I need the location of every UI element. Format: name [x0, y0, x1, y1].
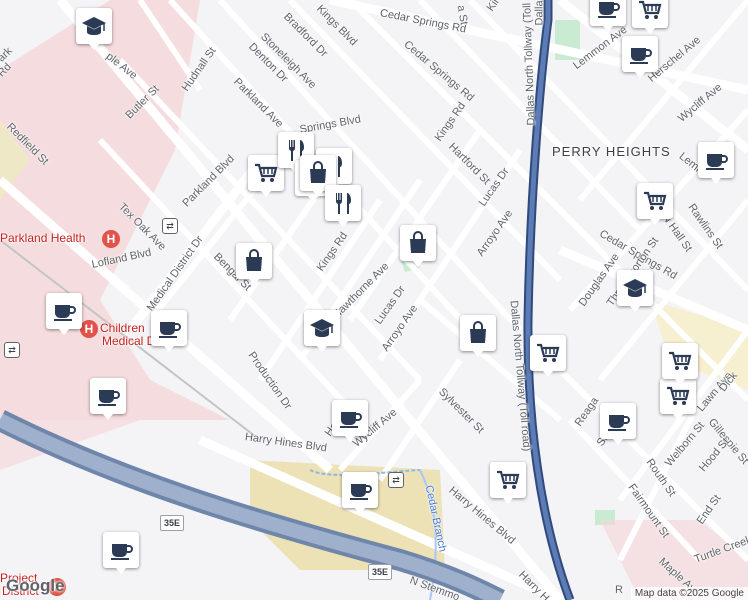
coffee-marker-3[interactable]: [151, 310, 187, 352]
shopping-icon: [534, 339, 562, 367]
school-icon: [621, 274, 649, 302]
bag-marker-1[interactable]: [236, 243, 272, 285]
transit-station-icon-3[interactable]: ⇄: [388, 472, 404, 488]
coffee-icon: [626, 40, 654, 68]
shopping-icon: [252, 159, 280, 187]
map-attribution: Map data ©2025 Google: [630, 587, 748, 600]
coffee-icon: [50, 297, 78, 325]
school-icon: [308, 314, 336, 342]
shopping-marker-4[interactable]: [637, 183, 673, 225]
shop-icon: [464, 319, 492, 347]
shop-icon: [240, 247, 268, 275]
coffee-marker-1[interactable]: [590, 0, 626, 32]
coffee-marker-6[interactable]: [90, 378, 126, 420]
street-r-bottom: R: [615, 584, 623, 596]
highway-shield-35e-1: 35E: [160, 515, 184, 531]
school-marker-1[interactable]: [76, 8, 112, 50]
bag-marker-3[interactable]: [460, 315, 496, 357]
street-dallas-tollway-top: Dallas: [533, 0, 546, 26]
coffee-icon: [604, 407, 632, 435]
shopping-icon: [641, 187, 669, 215]
highway-shield-35e-2: 35E: [368, 564, 392, 580]
map-canvas[interactable]: PERRY HEIGHTS Parkland Health Children M…: [0, 0, 748, 600]
coffee-icon: [702, 146, 730, 174]
neighborhood-label: PERRY HEIGHTS: [552, 144, 671, 159]
coffee-marker-8[interactable]: [600, 403, 636, 445]
shop-icon: [304, 159, 332, 187]
shop-icon: [404, 229, 432, 257]
shopping-marker-6[interactable]: [490, 462, 526, 504]
childrens-hospital-label-1[interactable]: Children: [100, 322, 145, 334]
shopping-icon: [636, 0, 664, 24]
hospital-icon-parkland[interactable]: H: [102, 230, 120, 248]
coffee-marker-5[interactable]: [622, 36, 658, 78]
coffee-marker-7[interactable]: [342, 472, 378, 514]
restaurant-icon: [329, 189, 357, 217]
shopping-icon: [664, 382, 692, 410]
coffee-icon: [107, 536, 135, 564]
shopping-icon: [666, 347, 694, 375]
hospital-icon-childrens[interactable]: H: [80, 320, 98, 338]
school-marker-2[interactable]: [304, 310, 340, 352]
coffee-icon: [336, 404, 364, 432]
shopping-marker-9[interactable]: [530, 335, 566, 377]
school-marker-3[interactable]: [617, 270, 653, 312]
shopping-marker-8[interactable]: [662, 343, 698, 385]
coffee-marker-4[interactable]: [698, 142, 734, 184]
parkland-hospital-label[interactable]: Parkland Health: [0, 232, 85, 244]
coffee-icon: [94, 382, 122, 410]
coffee-marker-9[interactable]: [332, 400, 368, 442]
transit-station-icon-1[interactable]: ⇄: [162, 218, 178, 234]
street-oak-top: a St: [454, 4, 470, 26]
school-icon: [80, 12, 108, 40]
coffee-marker-10[interactable]: [103, 532, 139, 574]
google-logo: Google: [6, 576, 65, 595]
restaurant-marker-3[interactable]: [325, 185, 361, 227]
shopping-icon: [494, 466, 522, 494]
coffee-icon: [594, 0, 622, 22]
coffee-icon: [155, 314, 183, 342]
shopping-marker-5[interactable]: [632, 0, 668, 34]
bag-marker-2[interactable]: [400, 225, 436, 267]
coffee-marker-2[interactable]: [46, 293, 82, 335]
coffee-icon: [346, 476, 374, 504]
transit-station-icon-2[interactable]: ⇄: [4, 342, 20, 358]
